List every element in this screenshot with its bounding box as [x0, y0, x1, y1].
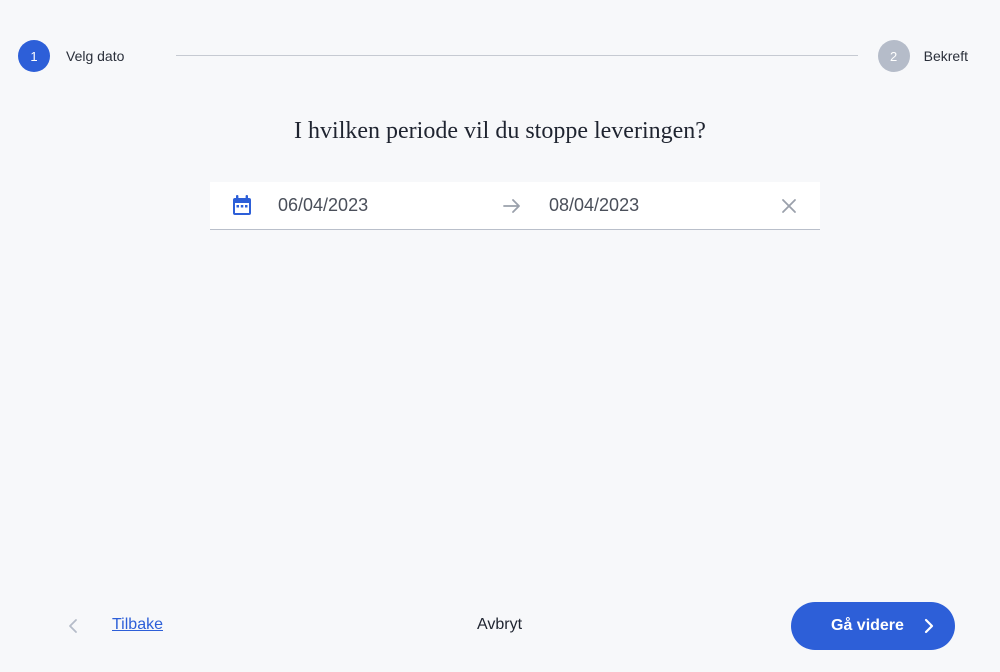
stepper-line — [176, 55, 858, 56]
start-date-input[interactable]: 06/04/2023 — [278, 195, 368, 216]
arrow-right-icon — [503, 199, 520, 213]
step-bekreft: 2 Bekreft — [877, 40, 968, 72]
end-date-input[interactable]: 08/04/2023 — [549, 195, 639, 216]
close-icon[interactable] — [780, 197, 798, 215]
step-label-2: Bekreft — [923, 48, 968, 64]
step-label-1: Velg dato — [66, 48, 125, 64]
step-velg-dato: 1 Velg dato — [18, 40, 124, 72]
calendar-icon[interactable] — [232, 195, 252, 217]
back-link[interactable]: Tilbake — [112, 616, 163, 634]
chevron-left-icon[interactable] — [66, 617, 82, 635]
next-button[interactable]: Gå videre — [791, 602, 955, 650]
page: 1 Velg dato 2 Bekreft I hvilken periode … — [0, 0, 1000, 672]
step-number-2: 2 — [877, 40, 910, 72]
date-range-field[interactable]: 06/04/2023 08/04/2023 — [210, 182, 820, 230]
chevron-right-icon — [924, 618, 934, 634]
next-button-label: Gå videre — [831, 617, 904, 634]
page-title: I hvilken periode vil du stoppe levering… — [294, 118, 706, 144]
step-number-1: 1 — [18, 40, 50, 72]
stepper: 1 Velg dato 2 Bekreft — [18, 40, 968, 72]
cancel-button[interactable]: Avbryt — [477, 616, 522, 634]
